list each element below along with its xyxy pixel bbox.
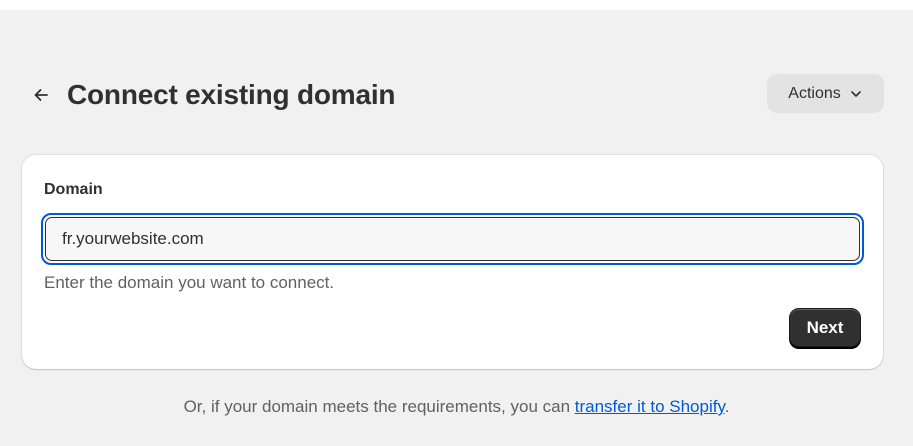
footer-prefix: Or, if your domain meets the requirement… <box>183 397 575 416</box>
domain-card: Domain Enter the domain you want to conn… <box>22 155 883 369</box>
footer-suffix: . <box>724 397 730 416</box>
domain-input-focus-ring <box>41 213 864 265</box>
top-bar <box>0 0 913 10</box>
chevron-down-icon <box>850 90 861 97</box>
actions-button[interactable]: Actions <box>767 74 884 113</box>
arrow-left-icon <box>34 89 48 101</box>
domain-label: Domain <box>44 181 103 198</box>
domain-help-text: Enter the domain you want to connect. <box>44 273 335 292</box>
next-button[interactable]: Next <box>789 308 861 347</box>
domain-input-container <box>45 217 860 261</box>
footer-note: Or, if your domain meets the requirement… <box>0 397 913 417</box>
actions-label: Actions <box>788 84 841 102</box>
page-title: Connect existing domain <box>67 79 396 110</box>
domain-input[interactable] <box>62 229 859 249</box>
back-button[interactable] <box>26 80 56 110</box>
transfer-link[interactable]: transfer it to Shopify <box>575 397 725 416</box>
